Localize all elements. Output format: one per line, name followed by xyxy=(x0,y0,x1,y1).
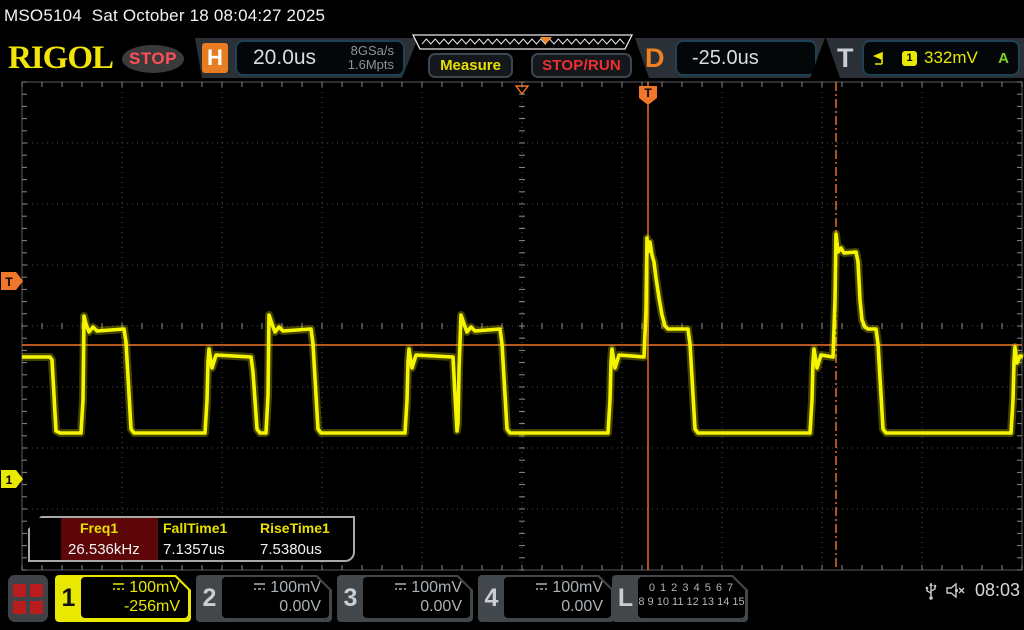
dc-coupling-icon xyxy=(112,582,125,591)
bottom-bar: 1 100mV -256mV 2 100mV 0.00V 3 100mV 0.0… xyxy=(0,572,1024,630)
channel-2-scale: 100mV xyxy=(270,579,321,596)
logic-channels-status[interactable]: L 0 1 2 3 4 5 6 7 8 9 10 11 12 13 14 15 xyxy=(612,575,748,622)
channel-3-number: 3 xyxy=(343,584,358,612)
measurement-results-box[interactable]: Freq1 26.536kHz FallTime1 7.1357us RiseT… xyxy=(28,516,355,562)
menu-grid-icon xyxy=(13,583,26,597)
dc-coupling-icon xyxy=(394,582,407,591)
system-tray: 08:03 xyxy=(924,580,1020,601)
oscilloscope-screen: MSO5104 Sat October 18 08:04:27 2025 RIG… xyxy=(0,0,1024,630)
channel-4-scale: 100mV xyxy=(552,579,603,596)
svg-text:1: 1 xyxy=(6,473,13,487)
channel-2-offset: 0.00V xyxy=(279,598,321,615)
channel-4-number: 4 xyxy=(484,584,499,612)
usb-icon xyxy=(925,582,937,600)
channel-1-offset: -256mV xyxy=(123,598,180,615)
channel-4-offset: 0.00V xyxy=(561,598,603,615)
measurement-freq1[interactable]: Freq1 26.536kHz xyxy=(61,518,158,560)
channel-2-status[interactable]: 2 100mV 0.00V xyxy=(196,575,332,622)
sound-muted-icon[interactable] xyxy=(946,582,967,599)
measurement-falltime1[interactable]: FallTime1 7.1357us xyxy=(158,518,255,560)
logic-digits-row1: 0 1 2 3 4 5 6 7 xyxy=(648,582,735,594)
clock: 08:03 xyxy=(974,580,1020,600)
channel-1-scale: 100mV xyxy=(129,579,180,596)
trigger-position-marker-label: T xyxy=(644,86,652,100)
measurement-risetime1[interactable]: RiseTime1 7.5380us xyxy=(255,518,352,560)
channel-2-number: 2 xyxy=(202,584,217,612)
channel-3-offset: 0.00V xyxy=(420,598,462,615)
dc-coupling-icon xyxy=(535,582,548,591)
channel-3-status[interactable]: 3 100mV 0.00V xyxy=(337,575,473,622)
logic-digits-row2: 8 9 10 11 12 13 14 15 xyxy=(638,596,745,608)
ch1-trace-glow xyxy=(22,230,1024,437)
channel-menu-button[interactable] xyxy=(8,575,48,622)
dc-coupling-icon xyxy=(253,582,266,591)
channel-4-status[interactable]: 4 100mV 0.00V xyxy=(478,575,614,622)
logic-label: L xyxy=(617,584,634,612)
svg-text:T: T xyxy=(5,275,13,289)
channel-1-number: 1 xyxy=(61,584,76,612)
channel-3-scale: 100mV xyxy=(411,579,462,596)
channel-1-status[interactable]: 1 100mV -256mV xyxy=(55,575,191,622)
